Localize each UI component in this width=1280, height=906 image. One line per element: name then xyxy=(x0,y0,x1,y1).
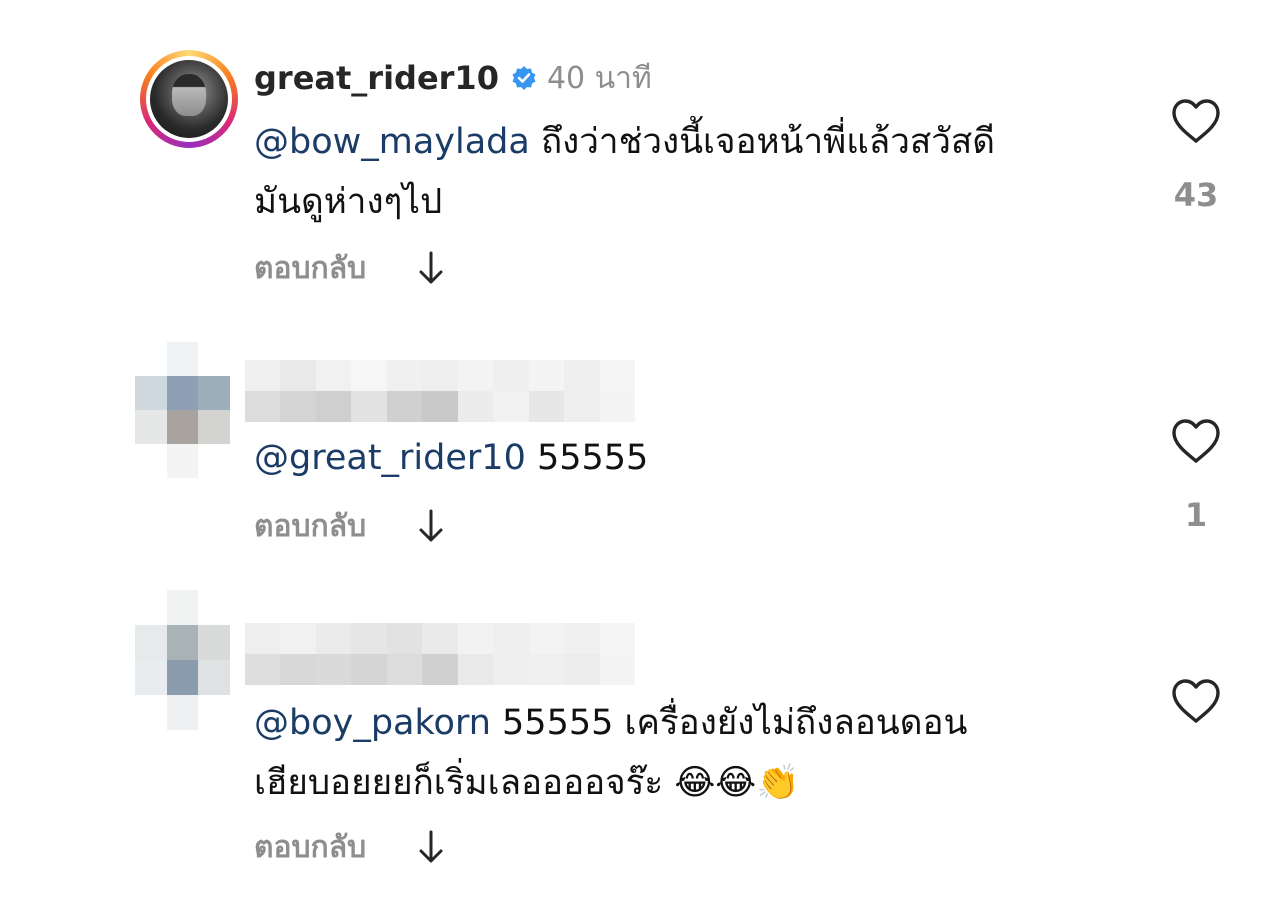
comment-item: @great_rider10 55555 ตอบกลับ 1 xyxy=(0,330,1280,570)
reply-button[interactable]: ตอบกลับ xyxy=(254,824,366,871)
comment-text-line: ถึงว่าช่วงนี้เจอหน้าพี่แล้วสวัสดี xyxy=(529,122,995,162)
comment-header: great_rider10 40 นาที xyxy=(254,58,652,98)
comment-item: @boy_pakorn 55555 เครื่องยังไม่ถึงลอนดอน… xyxy=(0,585,1280,885)
like-count: 43 xyxy=(1173,176,1219,214)
comment-text-line: มันดูห่างๆไป xyxy=(254,182,443,222)
username[interactable]: great_rider10 xyxy=(254,59,499,97)
reply-row: ตอบกลับ xyxy=(254,827,446,867)
timestamp: 40 นาที xyxy=(546,60,652,96)
avatar[interactable] xyxy=(140,50,238,148)
comment-item: great_rider10 40 นาที @bow_maylada ถึงว่… xyxy=(0,0,1280,310)
avatar[interactable] xyxy=(135,342,230,478)
reply-button[interactable]: ตอบกลับ xyxy=(254,503,366,550)
down-arrow-icon[interactable] xyxy=(416,250,446,286)
reply-row: ตอบกลับ xyxy=(254,506,446,546)
comment-text: @bow_maylada ถึงว่าช่วงนี้เจอหน้าพี่แล้ว… xyxy=(254,112,995,232)
comment-text-line: เฮียบอยยยก็เริ่มเลออออจร๊ะ 😂😂👏 xyxy=(254,763,800,803)
verified-badge-icon xyxy=(511,65,537,91)
heart-icon[interactable] xyxy=(1170,418,1222,464)
mention-link[interactable]: @bow_maylada xyxy=(254,122,530,162)
comment-text: @great_rider10 55555 xyxy=(254,428,648,488)
heart-icon[interactable] xyxy=(1170,678,1222,724)
reply-button[interactable]: ตอบกลับ xyxy=(254,245,366,292)
down-arrow-icon[interactable] xyxy=(416,508,446,544)
username-hidden xyxy=(245,623,635,685)
comment-text-line: 55555 xyxy=(525,438,649,478)
mention-link[interactable]: @great_rider10 xyxy=(254,438,526,478)
heart-icon[interactable] xyxy=(1170,98,1222,144)
comment-text: @boy_pakorn 55555 เครื่องยังไม่ถึงลอนดอน… xyxy=(254,693,967,813)
down-arrow-icon[interactable] xyxy=(416,829,446,865)
comment-text-line: 55555 เครื่องยังไม่ถึงลอนดอน xyxy=(490,703,968,743)
username-hidden xyxy=(245,360,635,422)
reply-row: ตอบกลับ xyxy=(254,248,446,288)
avatar[interactable] xyxy=(135,590,230,730)
like-count: 1 xyxy=(1184,496,1208,534)
avatar-photo xyxy=(150,60,228,138)
mention-link[interactable]: @boy_pakorn xyxy=(254,703,491,743)
